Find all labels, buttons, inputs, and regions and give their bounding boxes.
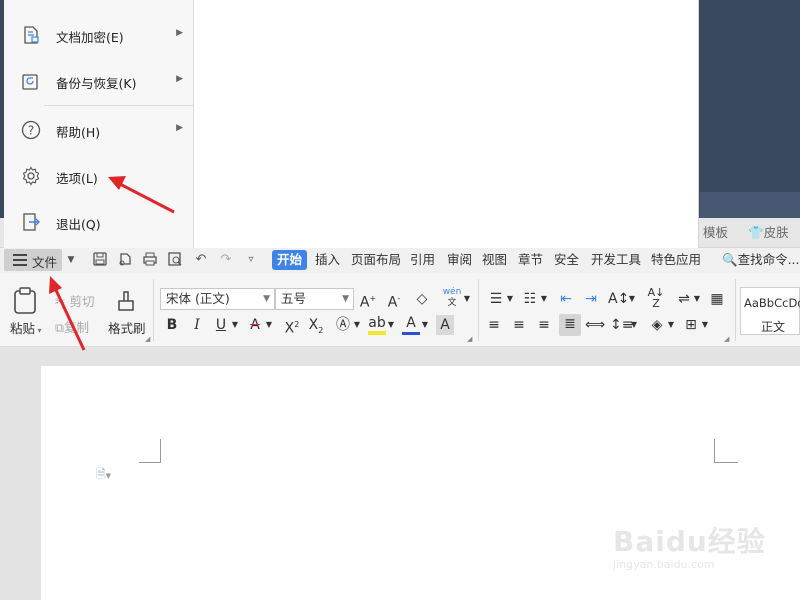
annotation-arrow-options — [108, 176, 175, 214]
watermark-brand: Baidu经验 — [613, 525, 766, 558]
annotation-arrow-file — [49, 276, 86, 351]
annotation-overlay — [49, 176, 175, 351]
watermark: Baidu经验 jingyan.baidu.com — [613, 520, 766, 571]
